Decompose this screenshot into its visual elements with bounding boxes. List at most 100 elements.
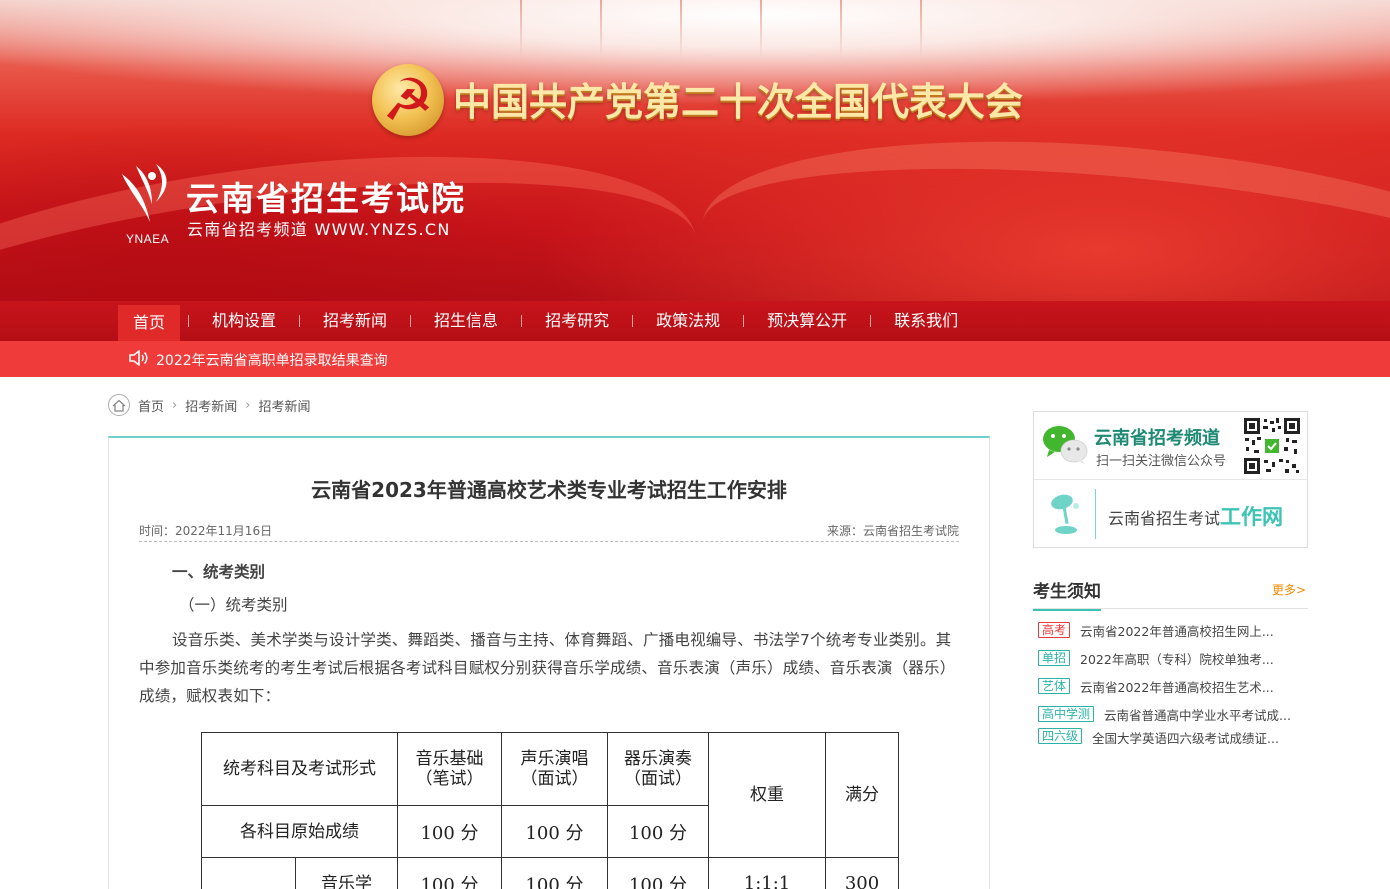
list-item[interactable]: 高中学测 云南省普通高中学业水平考试成... [1038, 700, 1306, 728]
article-paragraph: 设音乐类、美术学类与设计学类、舞蹈类、播音与主持、体育舞蹈、广播电视编导、书法学… [139, 631, 956, 705]
table-header-line: （面试） [520, 769, 589, 789]
speaker-icon [129, 350, 148, 366]
nav-separator [188, 315, 190, 327]
nav-separator [521, 315, 523, 327]
breadcrumb-news-current[interactable]: 招考新闻 [258, 396, 310, 415]
candidate-notice-title: 考生须知 [1033, 577, 1101, 611]
table-cell: 100 分 [501, 805, 608, 858]
list-item-text: 云南省2022年普通高校招生网上... [1080, 623, 1274, 639]
wechat-subtitle: 扫一扫关注微信公众号 [1096, 454, 1227, 469]
wechat-title: 云南省招考频道 [1094, 428, 1220, 449]
category-tag: 高考 [1038, 622, 1071, 638]
work-network-title: 云南省招生考试工作网 [1108, 501, 1283, 531]
table-header-subject: 统考科目及考试形式 [201, 732, 398, 806]
category-tag: 高中学测 [1038, 706, 1095, 722]
work-network-card[interactable]: 云南省招生考试工作网 [1034, 481, 1307, 548]
nav-separator [410, 315, 412, 327]
nav-item-admission-info[interactable]: 招生信息 [419, 301, 513, 341]
site-name[interactable]: 云南省招生考试院 [186, 172, 466, 220]
banner-ray [920, 0, 922, 60]
table-cell-full: 300 [825, 857, 899, 889]
banner-ray [680, 0, 682, 60]
article-date: 时间：2022年11月16日 [139, 524, 273, 538]
table-header-music-basics: 音乐基础 （笔试） [397, 732, 502, 806]
list-item-text: 全国大学英语四六级考试成绩证... [1092, 731, 1279, 744]
candidate-notice-list: 高考 云南省2022年普通高校招生网上... 单招 2022年高职（专科）院校单… [1038, 616, 1306, 760]
nav-separator [299, 315, 301, 327]
work-network-prefix: 云南省招生考试 [1108, 509, 1221, 528]
table-cell-empty [201, 857, 296, 889]
wechat-card[interactable]: 云南省招考频道 扫一扫关注微信公众号 [1034, 412, 1307, 480]
banner-ray [840, 0, 842, 60]
table-cell: 100 分 [501, 857, 608, 889]
sidebar-links-box: 云南省招考频道 扫一扫关注微信公众号 云南省招生考试工作网 [1033, 411, 1308, 548]
article-meta: 时间：2022年11月16日 来源：云南省招生考试院 [139, 520, 959, 542]
notice-link[interactable]: 2022年云南省高职单招录取结果查询 [156, 350, 388, 370]
breadcrumb-separator: › [172, 397, 178, 413]
table-header-full-score: 满分 [825, 732, 899, 858]
banner-ray [520, 0, 522, 60]
table-cell: 100 分 [607, 857, 709, 889]
main-nav: 首页 机构设置 招考新闻 招生信息 招考研究 政策法规 预决算公开 联系我们 [0, 301, 1390, 341]
table-cell-weight: 1:1:1 [708, 857, 826, 889]
table-cell: 100 分 [397, 805, 502, 858]
table-cell-raw-label: 各科目原始成绩 [201, 805, 398, 858]
table-cell: 100 分 [397, 857, 502, 889]
breadcrumb-separator: › [245, 397, 251, 413]
article-title: 云南省2023年普通高校艺术类专业考试招生工作安排 [311, 478, 787, 502]
breadcrumb: 首页 › 招考新闻 › 招考新闻 [108, 394, 310, 416]
table-header-vocal: 声乐演唱 （面试） [501, 732, 608, 806]
home-icon[interactable] [108, 394, 130, 416]
wechat-icon [1043, 426, 1088, 464]
nav-item-policy[interactable]: 政策法规 [641, 301, 735, 341]
table-cell: 100 分 [607, 805, 709, 858]
list-item-text: 云南省普通高中学业水平考试成... [1104, 707, 1291, 723]
list-item[interactable]: 单招 2022年高职（专科）院校单独考... [1038, 644, 1306, 672]
congress-title: 中国共产党第二十次全国代表大会 [453, 80, 1024, 124]
nav-separator [870, 315, 872, 327]
breadcrumb-home[interactable]: 首页 [138, 396, 164, 415]
nav-item-organization[interactable]: 机构设置 [197, 301, 291, 341]
list-item[interactable]: 艺体 云南省2022年普通高校招生艺术... [1038, 672, 1306, 700]
nav-item-budget[interactable]: 预决算公开 [752, 301, 862, 341]
subsection-heading: （一）统考类别 [179, 596, 288, 614]
party-emblem-icon [372, 64, 444, 136]
ynaea-logo-icon [122, 164, 167, 222]
candidate-notice-header: 考生须知 更多> [1033, 575, 1308, 611]
header-banner: 中国共产党第二十次全国代表大会 YNAEA 云南省招生考试院 云南省招考频道 W… [0, 0, 1390, 301]
banner-ray [600, 0, 602, 60]
table-header-line: （笔试） [415, 769, 484, 789]
table-header-instrument: 器乐演奏 （面试） [607, 732, 709, 806]
article-source: 来源：云南省招生考试院 [826, 524, 959, 538]
score-weight-table: 统考科目及考试形式 音乐基础 （笔试） 声乐演唱 （面试） 器乐演奏 （面试） … [201, 732, 899, 889]
table-cell-row-label: 音乐学 [295, 857, 398, 889]
table-header-line: 音乐基础 [415, 749, 484, 769]
work-network-emphasis: 工作网 [1220, 505, 1284, 529]
list-item[interactable]: 高考 云南省2022年普通高校招生网上... [1038, 616, 1306, 644]
nav-item-news[interactable]: 招考新闻 [308, 301, 402, 341]
nav-items: 首页 机构设置 招考新闻 招生信息 招考研究 政策法规 预决算公开 联系我们 [118, 301, 973, 341]
notice-bar: 2022年云南省高职单招录取结果查询 [0, 341, 1390, 377]
site-subtitle: 云南省招考频道 WWW.YNZS.CN [187, 220, 451, 239]
list-item[interactable]: 四六级 全国大学英语四六级考试成绩证... [1038, 728, 1306, 744]
lamp-icon [1051, 494, 1079, 534]
table-header-line: 器乐演奏 [624, 749, 692, 769]
divider [1095, 489, 1096, 539]
table-row: 音乐学 100 分 100 分 100 分 1:1:1 300 [201, 857, 899, 889]
table-row: 统考科目及考试形式 音乐基础 （笔试） 声乐演唱 （面试） 器乐演奏 （面试） … [201, 732, 899, 858]
nav-separator [632, 315, 634, 327]
nav-item-contact[interactable]: 联系我们 [879, 301, 973, 341]
nav-item-research[interactable]: 招考研究 [530, 301, 624, 341]
section-heading: 一、统考类别 [172, 563, 266, 581]
banner-ray [760, 0, 762, 60]
article-panel: 云南省2023年普通高校艺术类专业考试招生工作安排 时间：2022年11月16日… [108, 436, 990, 889]
logo-abbr: YNAEA [126, 232, 170, 246]
nav-item-home[interactable]: 首页 [118, 305, 181, 341]
qr-code-icon [1242, 416, 1302, 476]
more-link[interactable]: 更多> [1272, 581, 1306, 598]
list-item-text: 云南省2022年普通高校招生艺术... [1080, 679, 1274, 695]
breadcrumb-news[interactable]: 招考新闻 [185, 396, 237, 415]
table-header-line: （面试） [624, 769, 692, 789]
category-tag: 四六级 [1038, 728, 1083, 744]
list-item-text: 2022年高职（专科）院校单独考... [1080, 651, 1274, 667]
